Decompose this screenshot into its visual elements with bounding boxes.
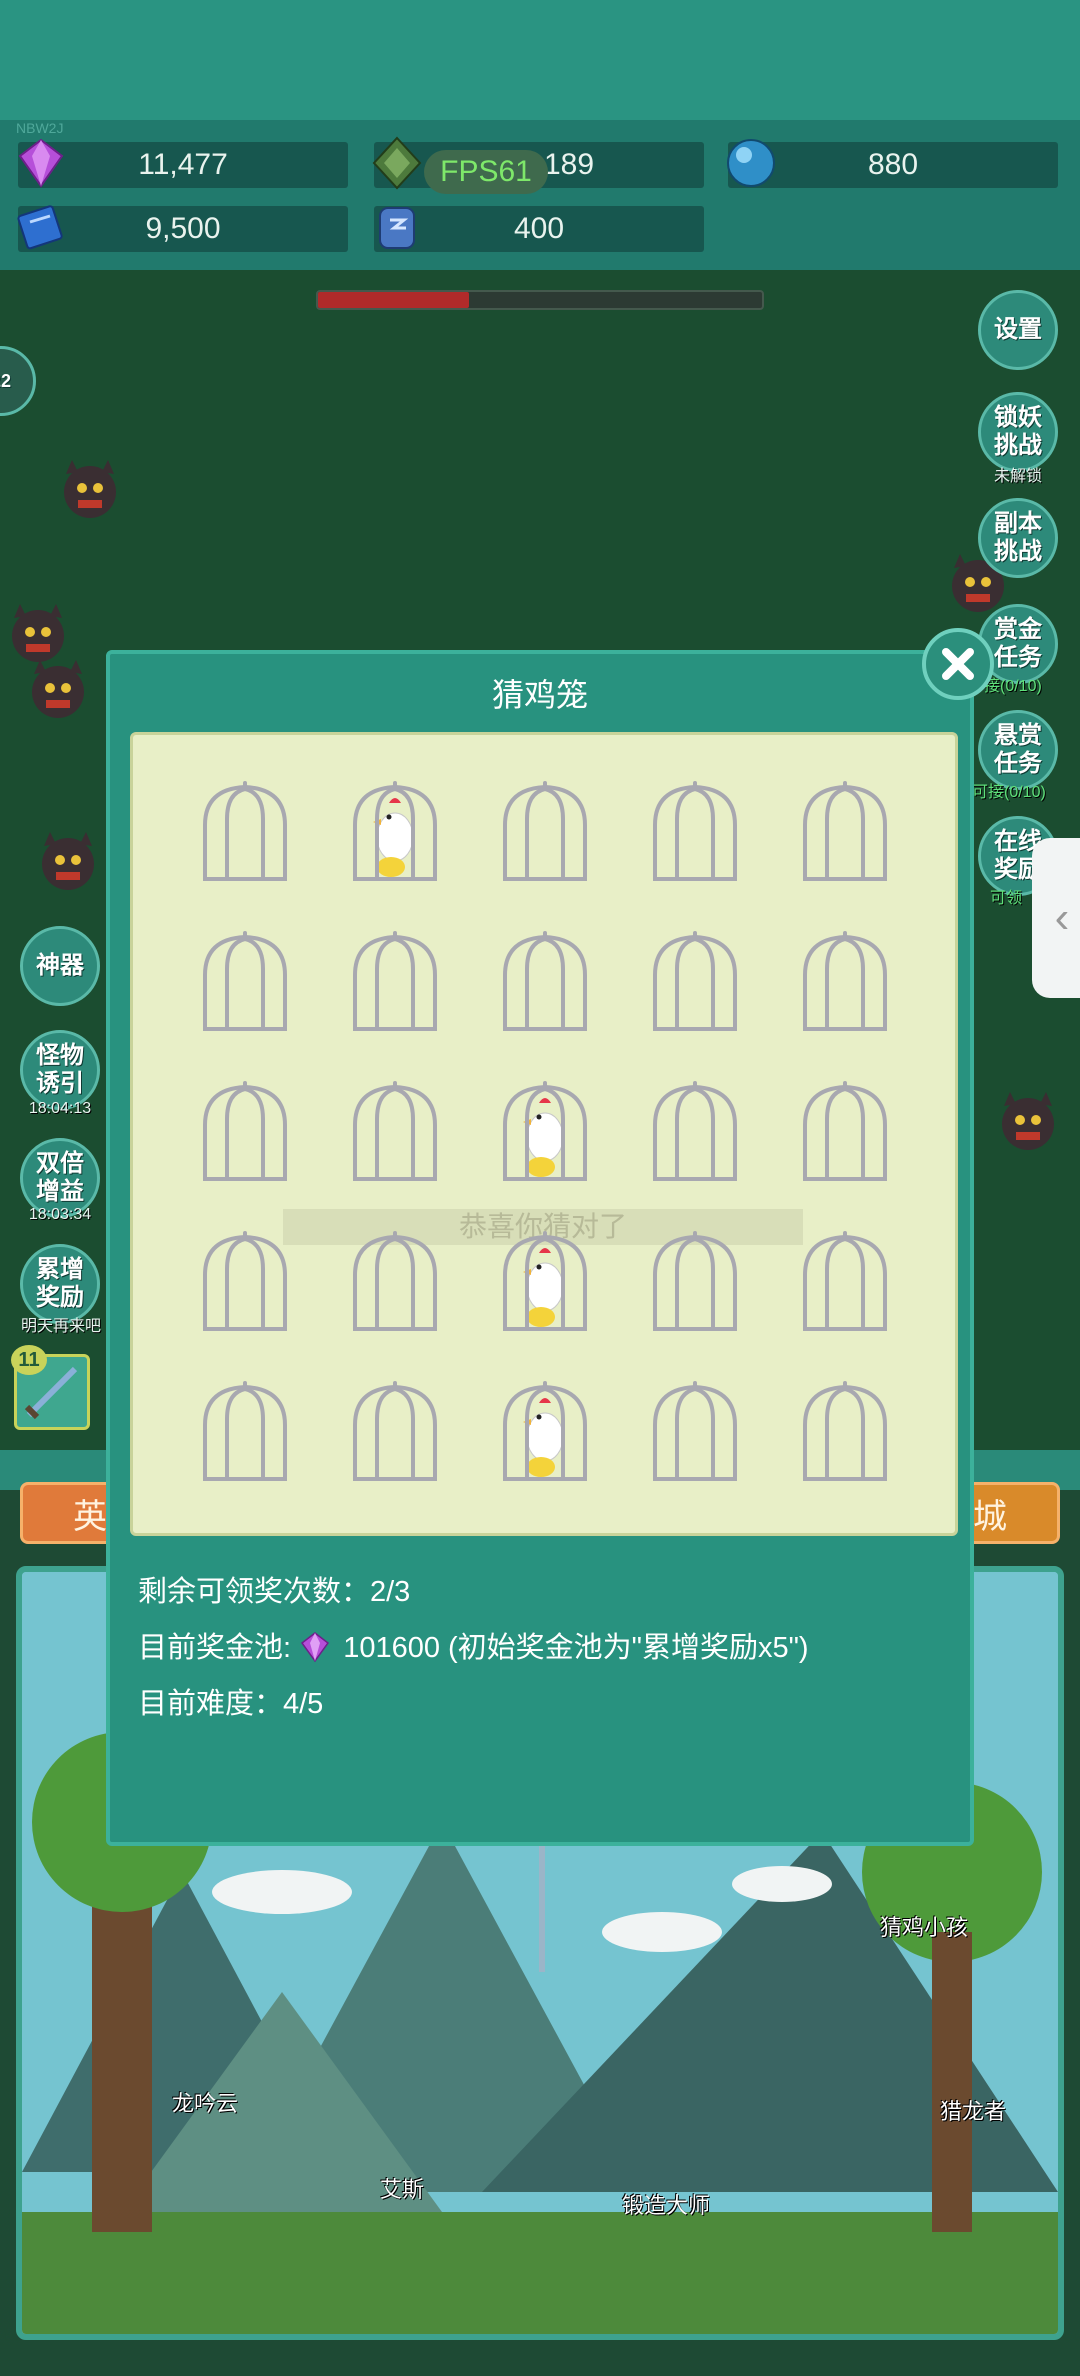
orb-counter: 880 (727, 139, 1058, 188)
artifact-button[interactable]: 神器 (20, 926, 100, 1006)
server-label: NBW2J (16, 120, 64, 136)
empty-cage[interactable] (797, 1079, 893, 1187)
accumulate-reward-status: 明天再来吧 (20, 1318, 101, 1335)
empty-cage[interactable] (497, 779, 593, 887)
fps-indicator: FPS61 (424, 150, 548, 194)
cage-grid: 恭喜你猜对了 (130, 732, 958, 1536)
purple-gem-icon (301, 1632, 330, 1663)
empty-cage[interactable] (647, 779, 743, 887)
npc-blacksmith[interactable]: 锻造大师 (622, 2188, 710, 2220)
empty-cage[interactable] (797, 929, 893, 1037)
empty-cage[interactable] (197, 779, 293, 887)
close-icon (942, 648, 974, 680)
green-gem-icon (372, 136, 422, 190)
empty-cage[interactable] (647, 1379, 743, 1487)
empty-cage[interactable] (497, 929, 593, 1037)
prize-pool-label: 目前奖金池: (138, 1632, 292, 1664)
edge-drawer-tab[interactable]: ‹ (1032, 838, 1080, 998)
equipment-slot[interactable]: 11 (11, 1345, 90, 1430)
monster-icon (32, 660, 84, 718)
empty-cage[interactable] (347, 1229, 443, 1337)
empty-cage[interactable] (347, 1379, 443, 1487)
empty-cage[interactable] (797, 1229, 893, 1337)
blue-book-icon (17, 205, 63, 250)
chevron-left-icon: ‹ (1054, 893, 1070, 942)
guess-chicken-cage-dialog: 猜鸡笼 恭喜你猜对了 剩余可领奖次数：2/3 目前奖金池: 101600 (初始… (106, 650, 974, 1846)
empty-cage[interactable] (797, 779, 893, 887)
cage-with-chicken[interactable] (347, 779, 443, 887)
monster-lure-button[interactable]: 怪物 诱引 (20, 1030, 100, 1110)
online-reward-status: 可领 (990, 890, 1023, 907)
empty-cage[interactable] (647, 1079, 743, 1187)
empty-cage[interactable] (197, 1079, 293, 1187)
npc-longyinyun[interactable]: 龙吟云 (172, 2086, 238, 2118)
npc-aisi[interactable]: 艾斯 (380, 2172, 424, 2204)
purple-gem-icon (18, 138, 64, 188)
book-counter: 9,500 (17, 205, 348, 252)
equipment-level: 11 (11, 1345, 47, 1375)
settings-button[interactable]: 设置 (978, 290, 1058, 370)
boss-hp-fill (318, 292, 469, 308)
cage-with-chicken[interactable] (497, 1079, 593, 1187)
difficulty: 目前难度：4/5 (138, 1688, 324, 1720)
empty-cage[interactable] (347, 929, 443, 1037)
gem-counter: 11,477 (18, 138, 348, 188)
lock-demon-status: 未解锁 (993, 468, 1042, 485)
monster-icon (42, 832, 94, 890)
book-value: 9,500 (145, 212, 221, 245)
prize-pool: 目前奖金池: 101600 (初始奖金池为"累增奖励x5") (138, 1624, 809, 1666)
empty-cage[interactable] (197, 929, 293, 1037)
prize-pool-value: 101600 (初始奖金池为"累增奖励x5") (343, 1632, 809, 1664)
rune-counter: 400 (374, 206, 704, 252)
empty-cage[interactable] (647, 929, 743, 1037)
double-buff-timer: 18:03:34 (28, 1206, 92, 1223)
green-gem-value: 189 (543, 148, 595, 181)
empty-cage[interactable] (197, 1229, 293, 1337)
npc-chicken-kid[interactable]: 猜鸡小孩 (880, 1910, 968, 1942)
bounty-task-status: 接(0/10) (984, 678, 1042, 695)
boss-hp-bar (316, 290, 764, 310)
cage-with-chicken[interactable] (497, 1229, 593, 1337)
empty-cage[interactable] (197, 1379, 293, 1487)
cage-with-chicken[interactable] (497, 1379, 593, 1487)
monster-icon (64, 460, 116, 518)
empty-cage[interactable] (647, 1229, 743, 1337)
empty-cage[interactable] (347, 1079, 443, 1187)
dialog-title: 猜鸡笼 (491, 677, 588, 713)
monster-icon (1002, 1092, 1054, 1150)
status-area (0, 0, 1080, 120)
npc-dragon-hunter[interactable]: 猎龙者 (940, 2094, 1006, 2126)
rune-value: 400 (513, 212, 565, 245)
remaining-claims: 剩余可领奖次数：2/3 (138, 1576, 411, 1608)
dungeon-challenge-button[interactable]: 副本 挑战 (978, 498, 1058, 578)
monster-lure-timer: 18:04:13 (28, 1100, 92, 1117)
blue-orb-icon (727, 139, 775, 187)
reward-task-status: 可接(0/10) (972, 784, 1046, 801)
rune-stone-icon (379, 207, 415, 249)
lock-demon-challenge-button[interactable]: 锁妖 挑战 (978, 392, 1058, 472)
empty-cage[interactable] (797, 1379, 893, 1487)
close-button[interactable] (922, 628, 994, 700)
orb-value: 880 (867, 148, 919, 181)
gem-value: 11,477 (138, 148, 228, 181)
